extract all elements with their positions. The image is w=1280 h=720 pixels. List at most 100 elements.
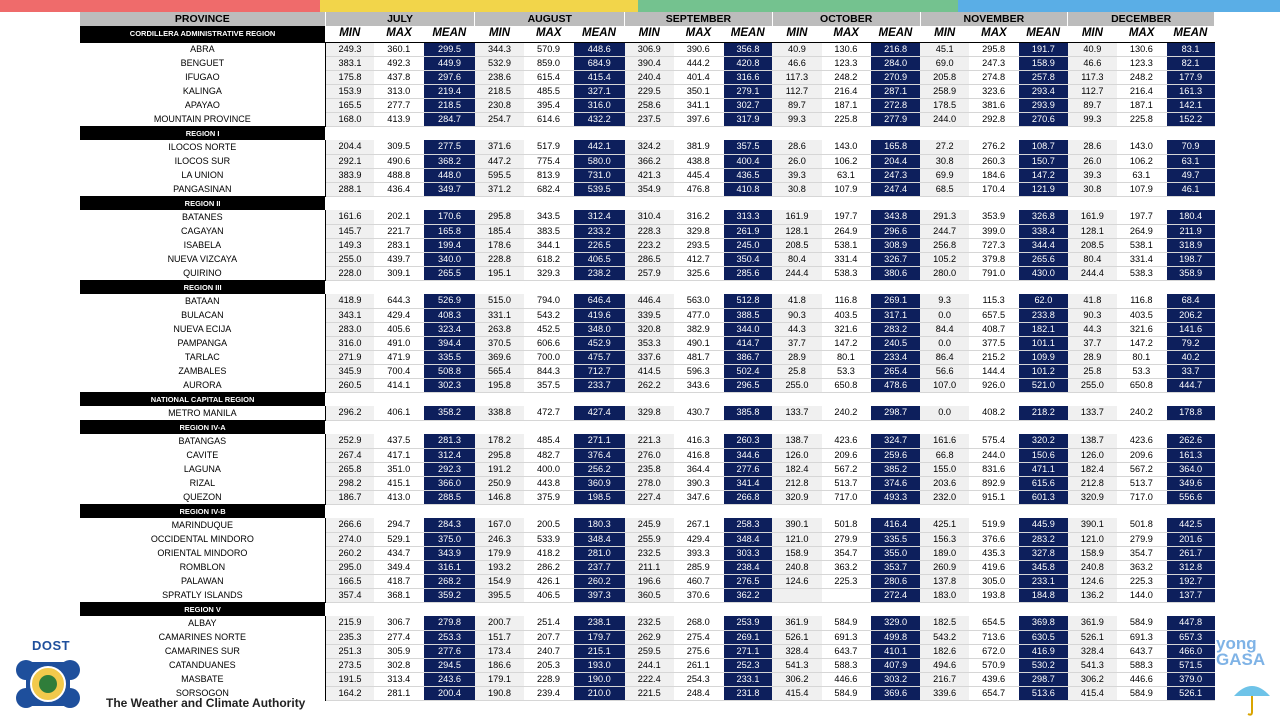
table-row: ILOCOS SUR 292.1 490.6 368.2 447.2 775.4 580.0…	[80, 154, 1215, 169]
mean-cell: 427.4	[572, 406, 625, 421]
mean-cell: 329.0	[870, 616, 921, 631]
mean-cell: 355.0	[870, 546, 921, 561]
max-cell: 209.6	[821, 448, 871, 463]
max-cell: 343.5	[524, 210, 574, 225]
mean-cell: 259.6	[870, 448, 921, 463]
max-cell: 416.8	[673, 448, 724, 463]
max-cell: 529.1	[374, 532, 424, 547]
month-header-october: OCTOBER	[772, 12, 921, 26]
min-cell: 361.9	[772, 616, 822, 631]
mean-cell: 279.1	[722, 84, 773, 99]
max-cell: 596.3	[673, 364, 724, 379]
month-header-july: JULY	[325, 12, 476, 26]
max-cell: 700.0	[524, 350, 574, 365]
min-cell: 161.9	[1067, 210, 1117, 225]
min-cell: 320.9	[1067, 490, 1117, 505]
min-cell: 273.5	[325, 658, 375, 673]
min-cell: 107.0	[920, 378, 970, 393]
min-cell: 306.2	[1067, 672, 1117, 687]
min-cell: 250.9	[474, 476, 525, 491]
max-cell: 283.1	[374, 238, 424, 253]
min-cell: 186.7	[325, 490, 375, 505]
min-cell: 259.5	[624, 644, 674, 659]
mean-cell: 269.1	[722, 630, 773, 645]
max-cell: 347.6	[673, 490, 724, 505]
top-bar-blue	[958, 0, 1280, 12]
max-cell: 294.7	[374, 518, 424, 533]
min-cell: 390.4	[624, 56, 674, 71]
region-row-blank	[325, 504, 1214, 518]
mean-cell: 180.3	[572, 518, 625, 533]
max-cell: 406.1	[374, 406, 424, 421]
mean-cell: 178.8	[1165, 406, 1215, 421]
mean-cell: 420.8	[722, 56, 773, 71]
max-cell: 517.9	[524, 140, 574, 155]
mean-cell: 299.5	[423, 42, 475, 57]
max-cell: 106.2	[1116, 154, 1167, 169]
max-cell: 423.6	[821, 434, 871, 449]
province-name: TARLAC	[80, 350, 326, 364]
min-cell: 90.3	[1067, 308, 1117, 323]
min-cell: 164.2	[325, 686, 375, 701]
mean-cell: 226.5	[572, 238, 625, 253]
min-cell: 138.7	[772, 434, 822, 449]
min-cell: 168.0	[325, 112, 375, 127]
region-label: REGION III	[80, 280, 326, 294]
mean-cell: 218.2	[1018, 406, 1068, 421]
province-name: NUEVA ECIJA	[80, 322, 326, 336]
max-cell: 313.0	[374, 84, 424, 99]
max-cell: 379.8	[969, 252, 1019, 267]
province-name: CAVITE	[80, 448, 326, 462]
rainfall-table-container: PROVINCE JULY AUGUST SEPTEMBER OCTOBER N…	[80, 12, 1215, 701]
min-cell: 310.4	[624, 210, 674, 225]
min-cell: 244.0	[920, 112, 970, 127]
min-cell: 105.2	[920, 252, 970, 267]
mean-cell: 272.4	[870, 588, 921, 603]
min-cell: 240.8	[1067, 560, 1117, 575]
mean-cell: 684.9	[572, 56, 625, 71]
max-cell: 115.3	[969, 294, 1019, 309]
max-cell: 275.6	[673, 644, 724, 659]
mean-cell: 142.1	[1165, 98, 1215, 113]
min-cell: 371.2	[474, 182, 525, 197]
min-cell: 165.5	[325, 98, 375, 113]
min-cell: 369.6	[474, 350, 525, 365]
min-cell: 255.9	[624, 532, 674, 547]
max-cell: 351.0	[374, 462, 424, 477]
mean-cell: 49.7	[1165, 168, 1215, 183]
mean-cell: 270.9	[870, 70, 921, 85]
max-cell: 383.5	[524, 224, 574, 239]
mean-cell: 493.3	[870, 490, 921, 505]
min-cell: 68.5	[920, 182, 970, 197]
max-cell: 197.7	[821, 210, 871, 225]
min-cell: 41.8	[772, 294, 822, 309]
province-name: METRO MANILA	[80, 406, 326, 420]
mean-cell: 385.8	[722, 406, 773, 421]
max-cell: 130.6	[821, 42, 871, 57]
max-cell: 251.4	[524, 616, 574, 631]
max-cell: 293.5	[673, 238, 724, 253]
min-cell: 337.6	[624, 350, 674, 365]
mean-cell: 316.6	[722, 70, 773, 85]
max-cell: 116.8	[1116, 294, 1167, 309]
mean-cell: 258.3	[722, 518, 773, 533]
min-cell: 80.4	[772, 252, 822, 267]
min-cell: 257.9	[624, 266, 674, 281]
mean-cell: 150.7	[1018, 154, 1068, 169]
mean-cell: 284.7	[423, 112, 475, 127]
mean-cell: 335.5	[870, 532, 921, 547]
max-cell: 584.9	[1116, 686, 1167, 701]
max-cell: 363.2	[821, 560, 871, 575]
max-cell: 143.0	[821, 140, 871, 155]
max-cell: 53.3	[821, 364, 871, 379]
max-cell: 575.4	[969, 434, 1019, 449]
min-cell: 267.4	[325, 448, 375, 463]
min-cell: 235.8	[624, 462, 674, 477]
min-cell: 383.9	[325, 168, 375, 183]
max-cell: 713.6	[969, 630, 1019, 645]
table-row: PAMPANGA 316.0 491.0 394.4 370.5 606.6 452.9 35…	[80, 336, 1215, 351]
min-cell: 244.4	[1067, 266, 1117, 281]
mean-cell: 137.7	[1165, 588, 1215, 603]
max-cell	[821, 588, 871, 603]
top-color-bar	[0, 0, 1280, 12]
